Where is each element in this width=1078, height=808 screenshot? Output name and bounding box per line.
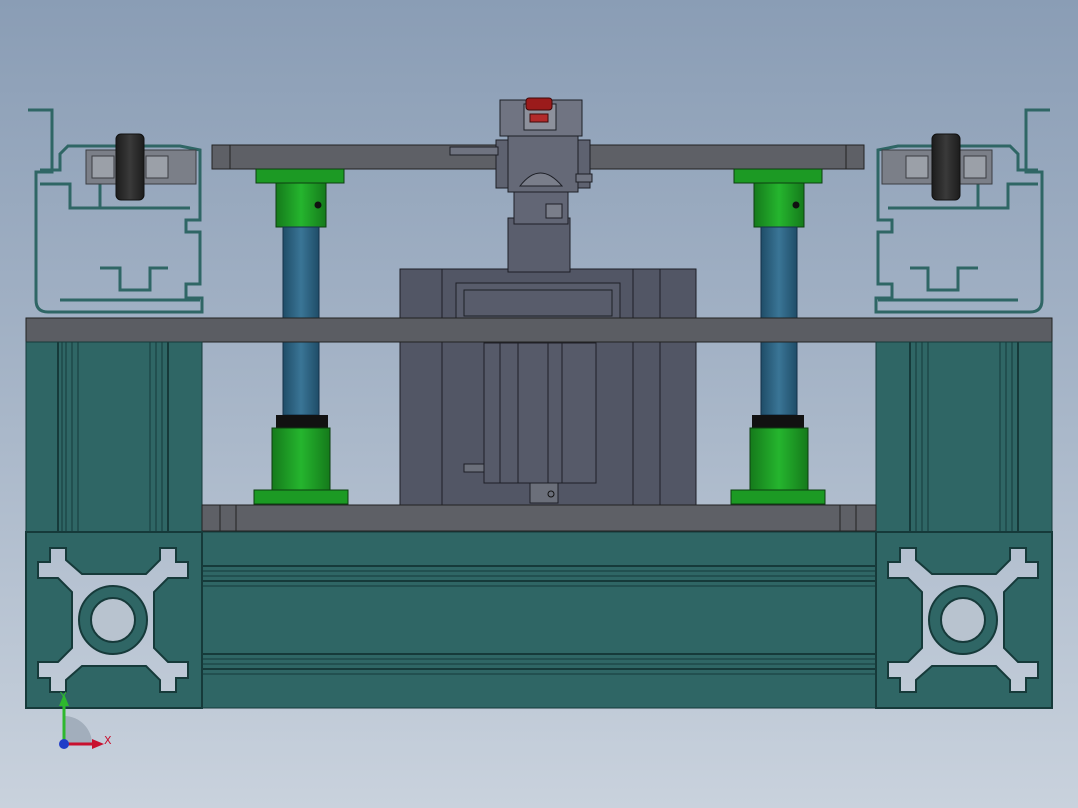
assembly-front-view: Y X: [25, 97, 1053, 749]
right-roller: [881, 133, 993, 201]
base-plate: [201, 504, 877, 532]
actuator-column: [507, 185, 571, 273]
right-corner-profile: [875, 531, 1053, 709]
left-column-profile: [25, 341, 203, 533]
left-corner-profile: [25, 531, 203, 709]
lower-right-bearing: [730, 415, 826, 505]
middle-plate: [25, 317, 1053, 343]
upper-right-bearing: [733, 168, 823, 228]
left-roller: [85, 133, 197, 201]
cad-viewport[interactable]: Y X: [0, 0, 1078, 808]
lower-left-bearing: [253, 415, 349, 505]
right-column-profile: [875, 341, 1053, 533]
motor-housing: [399, 268, 697, 506]
right-guide-profile: [874, 108, 1050, 314]
y-axis-label: Y: [59, 690, 67, 703]
z-axis-dot: [59, 739, 69, 749]
x-axis-label: X: [104, 734, 112, 747]
red-handle-knob: [525, 97, 553, 123]
left-guide-profile: [28, 108, 204, 314]
upper-left-bearing: [255, 168, 345, 228]
bottom-beam: [201, 531, 877, 709]
